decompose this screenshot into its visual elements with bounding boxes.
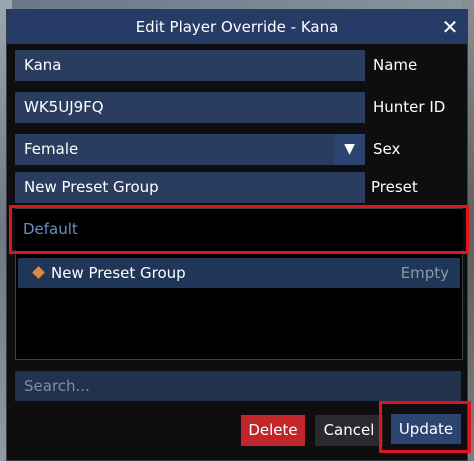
- list-item-name: New Preset Group: [51, 264, 186, 282]
- sex-select[interactable]: Female: [15, 134, 334, 165]
- name-label: Name: [373, 56, 418, 74]
- close-icon[interactable]: ✕: [437, 14, 463, 40]
- delete-button[interactable]: Delete: [241, 415, 305, 446]
- triangle-down-icon[interactable]: ▼: [334, 134, 365, 165]
- hunter-id-label: Hunter ID: [373, 98, 446, 116]
- list-item-status: Empty: [400, 264, 449, 282]
- title-bar: Edit Player Override - Kana ✕: [7, 10, 467, 44]
- hunter-id-field[interactable]: WK5UJ9FQ: [15, 92, 365, 123]
- name-field[interactable]: Kana: [15, 50, 365, 81]
- list-item[interactable]: New Preset Group Empty: [18, 258, 460, 288]
- update-highlight-box: [379, 401, 471, 453]
- edit-player-override-dialog: Edit Player Override - Kana ✕ Kana Name …: [6, 9, 471, 461]
- dialog-title: Edit Player Override - Kana: [135, 18, 339, 36]
- diamond-icon: [32, 266, 45, 279]
- cancel-button[interactable]: Cancel: [315, 415, 383, 446]
- sex-label: Sex: [373, 140, 401, 158]
- search-input[interactable]: Search...: [15, 371, 461, 401]
- preset-group-field[interactable]: New Preset Group: [15, 172, 365, 203]
- default-highlight-box: [9, 205, 469, 254]
